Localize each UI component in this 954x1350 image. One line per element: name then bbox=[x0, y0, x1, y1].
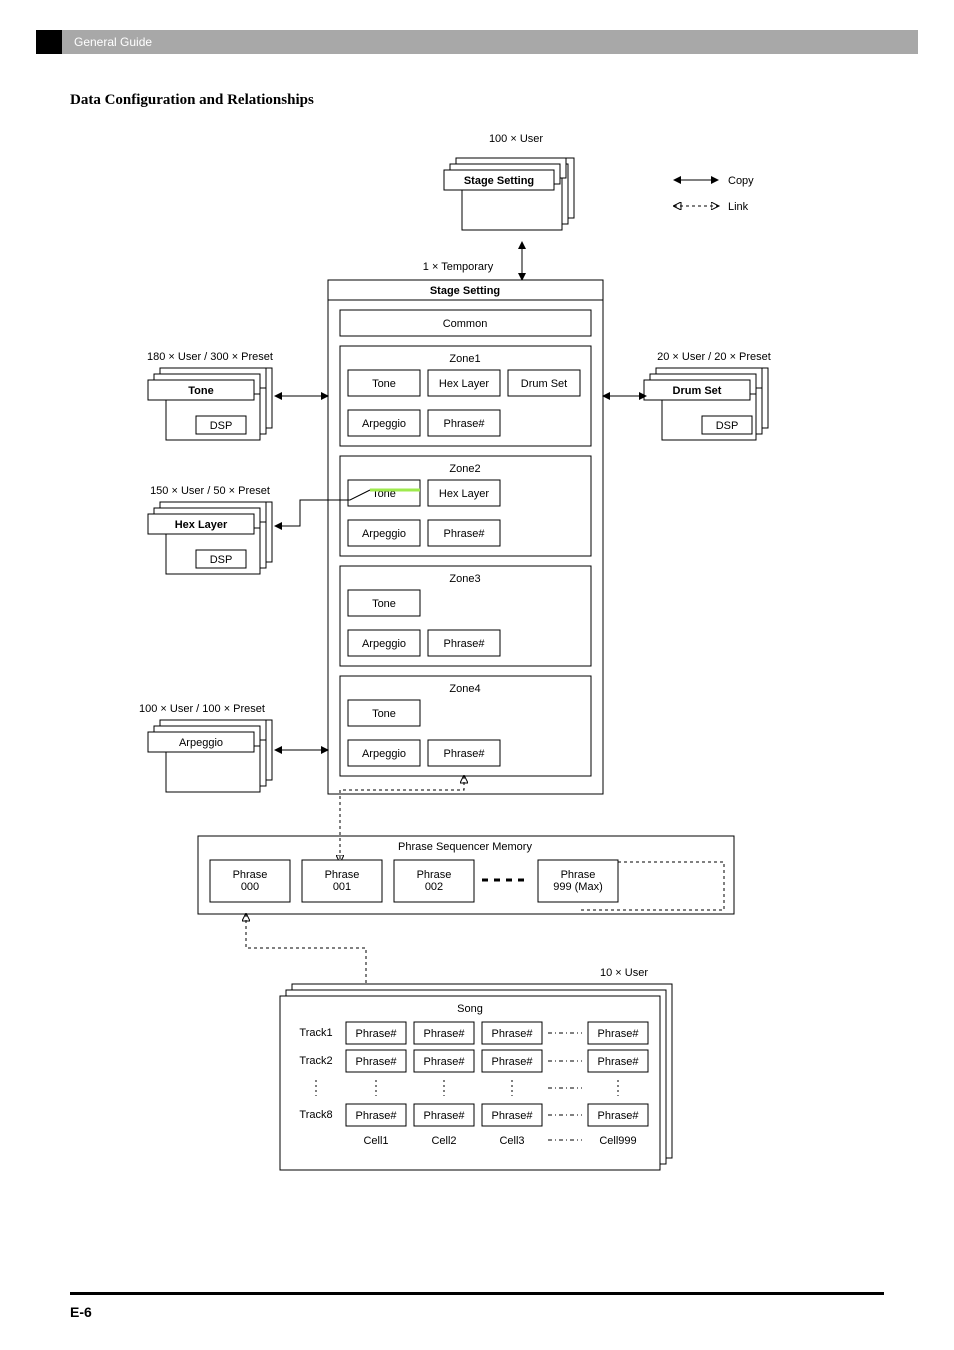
svg-text:Arpeggio: Arpeggio bbox=[362, 528, 406, 540]
svg-text:Arpeggio: Arpeggio bbox=[362, 748, 406, 760]
svg-text:Drum Set: Drum Set bbox=[673, 385, 722, 397]
svg-text:Tone: Tone bbox=[188, 385, 213, 397]
svg-text:Phrase#: Phrase# bbox=[356, 1028, 398, 1040]
svg-text:Phrase#: Phrase# bbox=[598, 1028, 640, 1040]
svg-text:Phrase#: Phrase# bbox=[598, 1056, 640, 1068]
svg-text:Track8: Track8 bbox=[299, 1109, 332, 1121]
svg-text:Cell3: Cell3 bbox=[499, 1135, 524, 1147]
svg-text:10 × User: 10 × User bbox=[600, 967, 648, 979]
svg-text:Track2: Track2 bbox=[299, 1055, 332, 1067]
svg-text:Drum Set: Drum Set bbox=[521, 378, 567, 390]
top-stage-stack: Stage Setting bbox=[444, 158, 574, 230]
svg-text:Tone: Tone bbox=[372, 378, 396, 390]
left-hex-stack: Hex Layer DSP bbox=[148, 502, 272, 574]
top-count: 100 × User bbox=[489, 133, 543, 145]
svg-text:Phrase#: Phrase# bbox=[444, 638, 486, 650]
svg-text:180 × User / 300 × Preset: 180 × User / 300 × Preset bbox=[147, 351, 273, 363]
svg-text:Phrase#: Phrase# bbox=[356, 1110, 398, 1122]
svg-text:Phrase#: Phrase# bbox=[444, 418, 486, 430]
svg-text:100 × User / 100 × Preset: 100 × User / 100 × Preset bbox=[139, 703, 265, 715]
zone1-name: Zone1 bbox=[449, 353, 480, 365]
svg-text:Phrase: Phrase bbox=[561, 869, 596, 881]
svg-text:Phrase#: Phrase# bbox=[356, 1056, 398, 1068]
svg-text:Phrase: Phrase bbox=[325, 869, 360, 881]
svg-text:Phrase#: Phrase# bbox=[598, 1110, 640, 1122]
svg-text:Cell1: Cell1 bbox=[363, 1135, 388, 1147]
svg-text:Zone3: Zone3 bbox=[449, 573, 480, 585]
svg-text:DSP: DSP bbox=[716, 420, 739, 432]
svg-text:DSP: DSP bbox=[210, 554, 233, 566]
svg-text:Hex Layer: Hex Layer bbox=[439, 488, 489, 500]
temp-container: Stage Setting Common Zone1 Tone Hex Laye… bbox=[328, 280, 603, 794]
svg-text:Hex Layer: Hex Layer bbox=[175, 519, 228, 531]
left-arp-stack: Arpeggio bbox=[148, 720, 272, 792]
header-bar: General Guide bbox=[36, 30, 918, 54]
song: Song Track1 Phrase# Phrase# Phrase# Phra… bbox=[280, 984, 672, 1170]
footer-rule bbox=[70, 1292, 884, 1295]
svg-text:Song: Song bbox=[457, 1003, 483, 1015]
top-stage-title: Stage Setting bbox=[464, 175, 534, 187]
svg-text:Arpeggio: Arpeggio bbox=[179, 737, 223, 749]
svg-text:Hex Layer: Hex Layer bbox=[439, 378, 489, 390]
svg-text:Phrase#: Phrase# bbox=[492, 1028, 534, 1040]
header-block bbox=[36, 30, 62, 54]
svg-text:999 (Max): 999 (Max) bbox=[553, 881, 603, 893]
svg-text:150 × User / 50 × Preset: 150 × User / 50 × Preset bbox=[150, 485, 270, 497]
svg-text:Zone2: Zone2 bbox=[449, 463, 480, 475]
svg-text:Zone4: Zone4 bbox=[449, 683, 480, 695]
svg-text:Arpeggio: Arpeggio bbox=[362, 418, 406, 430]
svg-text:DSP: DSP bbox=[210, 420, 233, 432]
svg-text:Phrase#: Phrase# bbox=[492, 1056, 534, 1068]
page-number: E-6 bbox=[70, 1304, 92, 1320]
diagram: Copy Link 100 × User Stage Setting 1 × T… bbox=[70, 120, 884, 1250]
temp-common: Common bbox=[443, 318, 488, 330]
svg-text:Phrase#: Phrase# bbox=[444, 528, 486, 540]
svg-text:Phrase#: Phrase# bbox=[444, 748, 486, 760]
svg-text:Phrase#: Phrase# bbox=[424, 1110, 466, 1122]
svg-text:000: 000 bbox=[241, 881, 259, 893]
header-section: General Guide bbox=[74, 35, 152, 49]
svg-text:Phrase Sequencer Memory: Phrase Sequencer Memory bbox=[398, 841, 532, 853]
svg-text:Arpeggio: Arpeggio bbox=[362, 638, 406, 650]
legend-copy: Copy bbox=[728, 175, 754, 187]
section-title: Data Configuration and Relationships bbox=[70, 92, 314, 109]
right-drum-stack: Drum Set DSP bbox=[644, 368, 768, 440]
legend: Copy Link bbox=[674, 175, 754, 213]
temp-title: Stage Setting bbox=[430, 285, 500, 297]
svg-text:Phrase#: Phrase# bbox=[424, 1056, 466, 1068]
svg-text:Cell999: Cell999 bbox=[599, 1135, 636, 1147]
svg-text:002: 002 bbox=[425, 881, 443, 893]
legend-link: Link bbox=[728, 201, 749, 213]
svg-text:Tone: Tone bbox=[372, 708, 396, 720]
svg-text:Track1: Track1 bbox=[299, 1027, 332, 1039]
svg-text:20 × User / 20 × Preset: 20 × User / 20 × Preset bbox=[657, 351, 771, 363]
temp-count: 1 × Temporary bbox=[423, 261, 494, 273]
svg-text:001: 001 bbox=[333, 881, 351, 893]
svg-text:Phrase: Phrase bbox=[417, 869, 452, 881]
svg-text:Phrase: Phrase bbox=[233, 869, 268, 881]
svg-text:Tone: Tone bbox=[372, 598, 396, 610]
svg-text:Phrase#: Phrase# bbox=[492, 1110, 534, 1122]
left-tone-stack: Tone DSP bbox=[148, 368, 272, 440]
svg-text:Cell2: Cell2 bbox=[431, 1135, 456, 1147]
svg-text:Phrase#: Phrase# bbox=[424, 1028, 466, 1040]
